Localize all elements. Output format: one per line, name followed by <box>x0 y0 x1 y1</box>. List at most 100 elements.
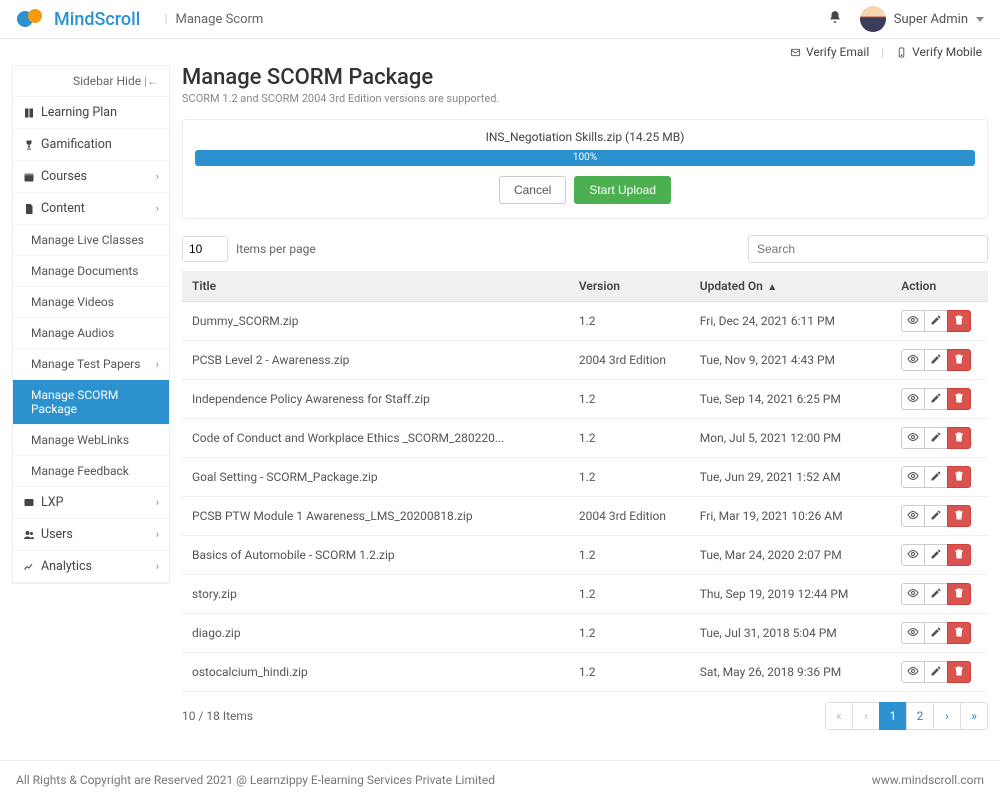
trash-icon <box>953 431 965 446</box>
delete-button[interactable] <box>947 388 971 410</box>
chevron-right-icon: › <box>156 496 159 509</box>
sidebar-subitem-manage-scorm-package[interactable]: Manage SCORM Package <box>13 380 169 425</box>
cell-title: diago.zip <box>182 614 569 653</box>
delete-button[interactable] <box>947 427 971 449</box>
sidebar-subitem-manage-feedback[interactable]: Manage Feedback <box>13 456 169 487</box>
sidebar-item-users[interactable]: Users› <box>13 519 169 551</box>
edit-button[interactable] <box>924 544 948 566</box>
pagination: «‹12›» <box>826 702 988 730</box>
page-button-›[interactable]: › <box>933 702 961 730</box>
delete-button[interactable] <box>947 505 971 527</box>
table-row: story.zip1.2Thu, Sep 19, 2019 12:44 PM <box>182 575 988 614</box>
view-button[interactable] <box>901 583 925 605</box>
sidebar-item-content[interactable]: Content› <box>13 193 169 225</box>
cell-actions <box>891 419 988 458</box>
cell-updated: Fri, Mar 19, 2021 10:26 AM <box>690 497 892 536</box>
cell-version: 1.2 <box>569 536 690 575</box>
brand-logo[interactable]: MindScroll <box>16 8 140 30</box>
delete-button[interactable] <box>947 622 971 644</box>
trash-icon <box>953 314 965 329</box>
cell-actions <box>891 536 988 575</box>
sidebar-hide-toggle[interactable]: Sidebar Hide |← <box>13 66 169 97</box>
edit-button[interactable] <box>924 661 948 683</box>
view-button[interactable] <box>901 388 925 410</box>
view-button[interactable] <box>901 544 925 566</box>
user-menu[interactable]: Super Admin <box>860 6 984 32</box>
sidebar-subitem-manage-audios[interactable]: Manage Audios <box>13 318 169 349</box>
pencil-icon <box>930 587 942 602</box>
edit-button[interactable] <box>924 310 948 332</box>
edit-button[interactable] <box>924 505 948 527</box>
cell-title: story.zip <box>182 575 569 614</box>
edit-button[interactable] <box>924 622 948 644</box>
trash-icon <box>953 665 965 680</box>
sidebar-item-analytics[interactable]: Analytics› <box>13 551 169 583</box>
edit-button[interactable] <box>924 583 948 605</box>
cell-version: 1.2 <box>569 614 690 653</box>
edit-button[interactable] <box>924 427 948 449</box>
col-version[interactable]: Version <box>569 271 690 302</box>
cell-version: 1.2 <box>569 575 690 614</box>
cell-actions <box>891 497 988 536</box>
page-button-»[interactable]: » <box>960 702 988 730</box>
verify-email-link[interactable]: Verify Email <box>790 45 869 59</box>
verify-mobile-link[interactable]: Verify Mobile <box>896 45 982 59</box>
edit-button[interactable] <box>924 349 948 371</box>
view-button[interactable] <box>901 310 925 332</box>
cancel-upload-button[interactable]: Cancel <box>499 176 566 204</box>
sidebar-subitem-manage-test-papers[interactable]: Manage Test Papers› <box>13 349 169 380</box>
delete-button[interactable] <box>947 310 971 332</box>
table-row: Code of Conduct and Workplace Ethics _SC… <box>182 419 988 458</box>
footer-link[interactable]: www.mindscroll.com <box>872 773 984 787</box>
items-per-page-input[interactable] <box>182 236 228 262</box>
trash-icon <box>953 392 965 407</box>
eye-icon <box>907 665 919 680</box>
page-button-‹[interactable]: ‹ <box>852 702 880 730</box>
delete-button[interactable] <box>947 661 971 683</box>
delete-button[interactable] <box>947 466 971 488</box>
view-button[interactable] <box>901 622 925 644</box>
avatar <box>860 6 886 32</box>
sidebar-subitem-manage-live-classes[interactable]: Manage Live Classes <box>13 225 169 256</box>
trash-icon <box>953 548 965 563</box>
table-row: Independence Policy Awareness for Staff.… <box>182 380 988 419</box>
cell-version: 1.2 <box>569 653 690 692</box>
sidebar-subitem-manage-weblinks[interactable]: Manage WebLinks <box>13 425 169 456</box>
sidebar-item-courses[interactable]: Courses› <box>13 161 169 193</box>
search-input[interactable] <box>748 235 988 263</box>
cell-title: Basics of Automobile - SCORM 1.2.zip <box>182 536 569 575</box>
delete-button[interactable] <box>947 583 971 605</box>
sort-asc-icon: ▲ <box>765 282 777 293</box>
sidebar-item-lxp[interactable]: LXP› <box>13 487 169 519</box>
sidebar-subitem-manage-videos[interactable]: Manage Videos <box>13 287 169 318</box>
delete-button[interactable] <box>947 349 971 371</box>
cell-version: 1.2 <box>569 302 690 341</box>
users-icon <box>23 529 35 541</box>
upload-panel: INS_Negotiation Skills.zip (14.25 MB) 10… <box>182 119 988 219</box>
view-button[interactable] <box>901 349 925 371</box>
sidebar-item-gamification[interactable]: Gamification <box>13 129 169 161</box>
trash-icon <box>953 470 965 485</box>
main-content: Manage SCORM Package SCORM 1.2 and SCORM… <box>182 65 988 730</box>
col-title[interactable]: Title <box>182 271 569 302</box>
topbar-divider: | <box>164 12 167 27</box>
page-button-«[interactable]: « <box>825 702 853 730</box>
view-button[interactable] <box>901 661 925 683</box>
sidebar-subitem-manage-documents[interactable]: Manage Documents <box>13 256 169 287</box>
col-updated[interactable]: Updated On ▲ <box>690 271 892 302</box>
page-button-2[interactable]: 2 <box>906 702 934 730</box>
sidebar-item-learning-plan[interactable]: Learning Plan <box>13 97 169 129</box>
table-row: diago.zip1.2Tue, Jul 31, 2018 5:04 PM <box>182 614 988 653</box>
trash-icon <box>953 626 965 641</box>
page-button-1[interactable]: 1 <box>879 702 907 730</box>
edit-button[interactable] <box>924 466 948 488</box>
view-button[interactable] <box>901 466 925 488</box>
start-upload-button[interactable]: Start Upload <box>574 176 671 204</box>
view-button[interactable] <box>901 505 925 527</box>
bell-icon[interactable] <box>828 10 842 28</box>
delete-button[interactable] <box>947 544 971 566</box>
edit-button[interactable] <box>924 388 948 410</box>
pencil-icon <box>930 314 942 329</box>
view-button[interactable] <box>901 427 925 449</box>
eye-icon <box>907 509 919 524</box>
